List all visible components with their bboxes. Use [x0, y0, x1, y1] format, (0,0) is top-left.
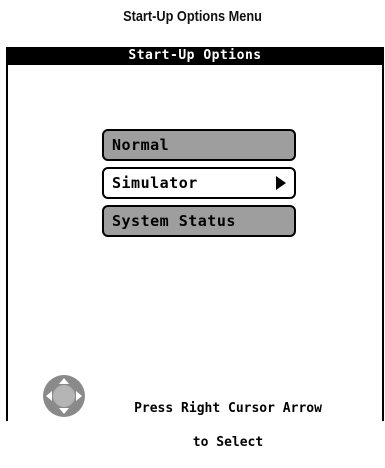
menu-item-label: Normal [112, 136, 170, 154]
menu-item-label: Simulator [112, 174, 198, 192]
menu-item-simulator[interactable]: Simulator [102, 167, 296, 199]
instruction-line-1: Press Right Cursor Arrow [134, 401, 322, 416]
menu-item-system-status[interactable]: System Status [102, 205, 296, 237]
menu-item-label: System Status [112, 212, 236, 230]
device-screen: Start-Up Options Normal Simulator System… [6, 47, 384, 450]
startup-options-menu: Normal Simulator System Status [102, 129, 296, 243]
screen-title: Start-Up Options [8, 47, 382, 65]
four-way-cursor-pad-icon [42, 374, 86, 418]
instruction-text: Press Right Cursor Arrow to Select [108, 383, 348, 468]
figure-caption: Start-Up Options Menu [123, 8, 262, 25]
menu-item-normal[interactable]: Normal [102, 129, 296, 161]
instruction-line-2: to Select [192, 435, 264, 450]
right-arrow-icon [276, 176, 286, 190]
